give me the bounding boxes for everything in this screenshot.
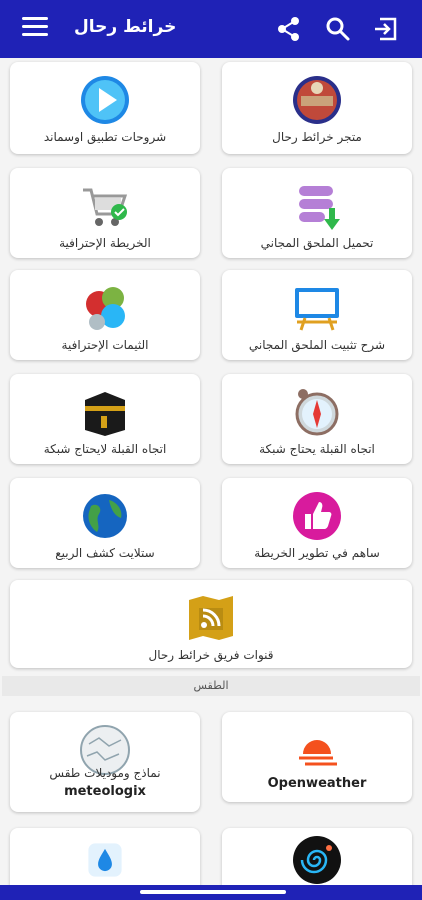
- search-icon[interactable]: [324, 15, 352, 43]
- app-bar: خرائط رحال: [0, 0, 422, 58]
- thumbs-up-icon: [293, 492, 341, 540]
- store-icon: [293, 76, 341, 124]
- card-label: شرح تثبيت الملحق المجاني: [248, 338, 386, 352]
- card-meteologix[interactable]: نماذج وموديلات طقس meteologix: [10, 712, 200, 812]
- spiral-icon: [293, 836, 341, 884]
- exit-icon[interactable]: [372, 15, 400, 43]
- play-icon: [81, 76, 129, 124]
- card-weather-drop[interactable]: [10, 828, 200, 888]
- circles-icon: [86, 287, 125, 330]
- card-label: قنوات فريق خرائط رحال: [148, 648, 274, 662]
- card-openweather[interactable]: Openweather: [222, 712, 412, 802]
- card-pro-themes[interactable]: الثيمات الإحترافية: [10, 270, 200, 360]
- card-label: تحميل الملحق المجاني: [260, 236, 374, 250]
- card-label: اتجاه القبلة يحتاج شبكة: [259, 442, 375, 456]
- card-qibla-offline[interactable]: اتجاه القبلة لايحتاج شبكة: [10, 374, 200, 464]
- card-osmand-tutorials[interactable]: شروحات تطبيق اوسماند: [10, 62, 200, 154]
- menu-icon[interactable]: [22, 17, 48, 39]
- meteologix-label2: meteologix: [64, 784, 146, 799]
- cart-icon: [83, 188, 128, 226]
- kaaba-icon: [85, 392, 125, 436]
- card-weather-spiral[interactable]: [222, 828, 412, 888]
- globe-icon: [83, 494, 127, 538]
- app-title: خرائط رحال: [74, 17, 177, 37]
- database-download-icon: [299, 186, 340, 230]
- share-icon[interactable]: [275, 15, 303, 43]
- card-team-channels[interactable]: قنوات فريق خرائط رحال: [10, 580, 412, 668]
- drop-icon: [88, 843, 122, 877]
- card-label: ساهم في تطوير الخريطة: [254, 546, 380, 560]
- card-label: ستلايت كشف الربيع: [55, 546, 155, 560]
- whiteboard-icon: [295, 288, 339, 331]
- sun-cloud-icon: [299, 740, 337, 766]
- meteologix-label: نماذج وموديلات طقس: [49, 766, 161, 780]
- card-label: الخريطة الإحترافية: [59, 236, 151, 250]
- card-install-guide[interactable]: شرح تثبيت الملحق المجاني: [222, 270, 412, 360]
- openweather-label: Openweather: [267, 776, 367, 791]
- card-satellite-spring[interactable]: ستلايت كشف الربيع: [10, 478, 200, 568]
- card-contribute[interactable]: ساهم في تطوير الخريطة: [222, 478, 412, 568]
- card-label: شروحات تطبيق اوسماند: [43, 130, 167, 144]
- weather-section-header: الطقس: [2, 676, 420, 696]
- system-nav-bar: [0, 885, 422, 900]
- card-label: اتجاه القبلة لايحتاج شبكة: [43, 442, 167, 456]
- card-pro-map[interactable]: الخريطة الإحترافية: [10, 168, 200, 258]
- card-label: متجر خرائط رحال: [272, 130, 362, 144]
- map-rss-icon: [189, 596, 233, 640]
- card-qibla-online[interactable]: اتجاه القبلة يحتاج شبكة: [222, 374, 412, 464]
- card-free-addon-download[interactable]: تحميل الملحق المجاني: [222, 168, 412, 258]
- card-label: الثيمات الإحترافية: [61, 338, 149, 352]
- card-store[interactable]: متجر خرائط رحال: [222, 62, 412, 154]
- compass-icon: [295, 389, 339, 436]
- home-indicator[interactable]: [140, 890, 286, 894]
- main-content: متجر خرائط رحال شروحات تطبيق اوسماند تحم…: [0, 58, 422, 888]
